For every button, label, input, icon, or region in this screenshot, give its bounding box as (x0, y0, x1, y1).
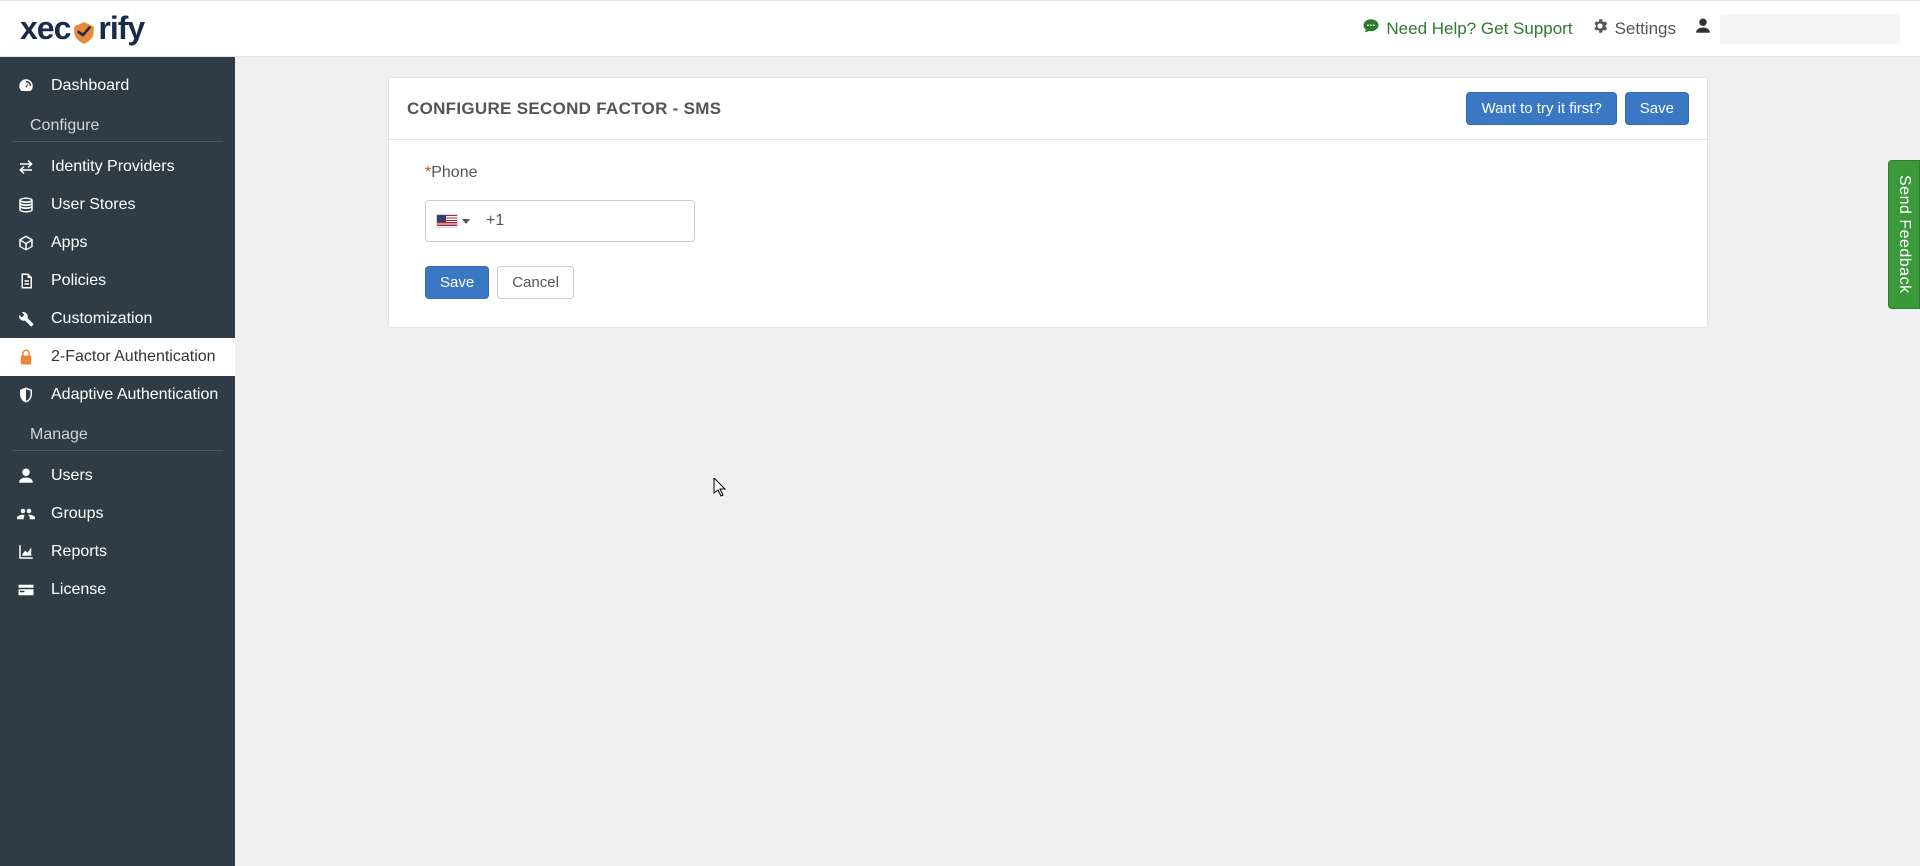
phone-label: *Phone (425, 164, 1671, 182)
sidebar-item-groups[interactable]: Groups (0, 495, 235, 533)
settings-label: Settings (1615, 19, 1676, 39)
dashboard-icon (16, 77, 36, 95)
exchange-icon (16, 158, 36, 176)
database-icon (16, 196, 36, 214)
cancel-button[interactable]: Cancel (497, 266, 574, 299)
sidebar-item-label: License (51, 581, 106, 599)
config-panel: CONFIGURE SECOND FACTOR - SMS Want to tr… (388, 77, 1708, 328)
help-label: Need Help? Get Support (1386, 19, 1572, 39)
sidebar-item-label: Reports (51, 543, 107, 561)
sidebar-item-adaptive-auth[interactable]: Adaptive Authentication (0, 376, 235, 414)
sidebar: Dashboard Configure Identity Providers U… (0, 57, 235, 866)
sidebar-item-label: Policies (51, 272, 106, 290)
logo-text-1: xec (20, 10, 70, 47)
sidebar-item-identity-providers[interactable]: Identity Providers (0, 148, 235, 186)
help-link[interactable]: Need Help? Get Support (1362, 17, 1572, 40)
phone-field[interactable] (478, 212, 693, 230)
user-icon (1694, 17, 1712, 40)
save-button-top[interactable]: Save (1625, 92, 1689, 125)
sidebar-item-label: Identity Providers (51, 158, 175, 176)
sidebar-item-dashboard[interactable]: Dashboard (0, 67, 235, 105)
form-buttons: Save Cancel (425, 266, 1671, 299)
user-menu[interactable] (1694, 14, 1900, 44)
sidebar-item-user-stores[interactable]: User Stores (0, 186, 235, 224)
wrench-icon (16, 310, 36, 328)
sidebar-item-apps[interactable]: Apps (0, 224, 235, 262)
chart-icon (16, 543, 36, 561)
panel-body: *Phone Save Cancel (389, 140, 1707, 327)
feedback-tab[interactable]: Send Feedback (1888, 160, 1920, 309)
sidebar-item-users[interactable]: Users (0, 457, 235, 495)
sidebar-item-label: Groups (51, 505, 103, 523)
card-icon (16, 581, 36, 599)
phone-input[interactable] (425, 200, 695, 242)
user-icon (16, 467, 36, 485)
logo[interactable]: xec rify (20, 10, 144, 47)
panel-header: CONFIGURE SECOND FACTOR - SMS Want to tr… (389, 78, 1707, 140)
logo-text-2: rify (98, 10, 144, 47)
users-icon (16, 505, 36, 523)
panel-title: CONFIGURE SECOND FACTOR - SMS (407, 99, 721, 119)
country-selector[interactable] (436, 214, 478, 228)
sidebar-section-manage: Manage (12, 416, 223, 451)
sidebar-item-label: Dashboard (51, 77, 129, 95)
try-button[interactable]: Want to try it first? (1466, 92, 1616, 125)
sidebar-item-label: Customization (51, 310, 152, 328)
sidebar-item-label: Adaptive Authentication (51, 386, 218, 404)
sidebar-item-2fa[interactable]: 2-Factor Authentication (0, 338, 235, 376)
sidebar-item-label: 2-Factor Authentication (51, 348, 216, 366)
phone-label-text: Phone (431, 164, 477, 181)
topbar: xec rify Need Help? Get Support Settings (0, 0, 1920, 57)
save-button[interactable]: Save (425, 266, 489, 299)
sidebar-item-label: User Stores (51, 196, 135, 214)
user-name-area (1720, 14, 1900, 44)
gear-icon (1591, 17, 1609, 40)
sidebar-item-policies[interactable]: Policies (0, 262, 235, 300)
sidebar-item-reports[interactable]: Reports (0, 533, 235, 571)
sidebar-item-customization[interactable]: Customization (0, 300, 235, 338)
shield-icon (16, 386, 36, 404)
sidebar-item-license[interactable]: License (0, 571, 235, 609)
settings-link[interactable]: Settings (1591, 17, 1676, 40)
lock-icon (16, 348, 36, 366)
sidebar-item-label: Users (51, 467, 93, 485)
chat-icon (1362, 17, 1380, 40)
document-icon (16, 272, 36, 290)
shield-icon (71, 20, 97, 46)
panel-actions: Want to try it first? Save (1466, 92, 1689, 125)
topbar-right: Need Help? Get Support Settings (1362, 14, 1900, 44)
sidebar-section-configure: Configure (12, 107, 223, 142)
cube-icon (16, 234, 36, 252)
caret-down-icon (462, 219, 470, 224)
sidebar-item-label: Apps (51, 234, 87, 252)
main-content: CONFIGURE SECOND FACTOR - SMS Want to tr… (235, 57, 1920, 866)
flag-us-icon (436, 214, 458, 228)
